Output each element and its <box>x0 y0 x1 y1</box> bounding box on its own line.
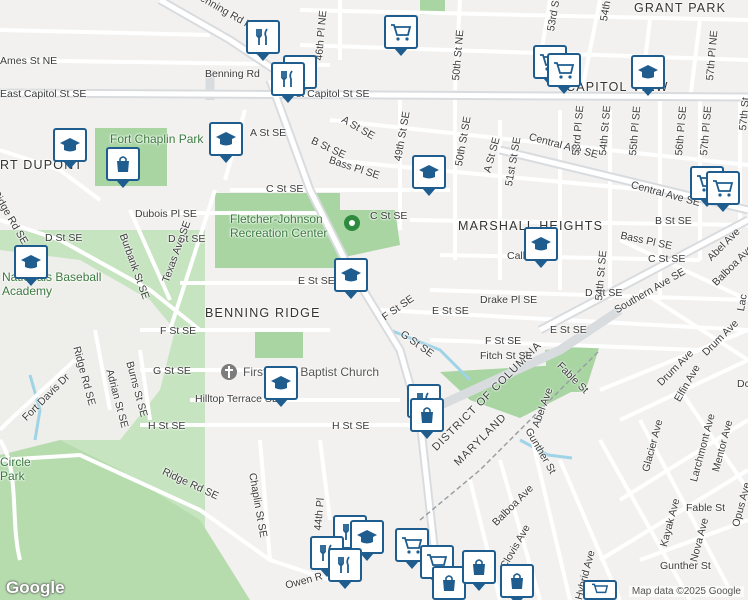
street-fitch-st: Fitch St SE <box>480 350 533 362</box>
shopping-bag-icon[interactable] <box>462 550 496 591</box>
school-icon[interactable] <box>264 366 298 407</box>
street-a-st: A St SE <box>250 127 287 139</box>
shopping-bag-icon[interactable] <box>410 398 444 439</box>
neighborhood-benning-ridge: BENNING RIDGE <box>205 306 321 320</box>
street-h-st-2: H St SE <box>332 420 370 432</box>
shopping-bag-icon[interactable] <box>432 566 466 600</box>
street-f-st: F St SE <box>160 325 197 337</box>
google-logo: Google <box>6 578 65 597</box>
school-icon[interactable] <box>412 155 446 196</box>
street-ames: Ames St NE <box>0 55 58 67</box>
school-icon[interactable] <box>53 128 87 169</box>
map-view[interactable]: GRANT PARK CAPITOL VIEW RT DUPONT MARSHA… <box>0 0 748 600</box>
place-fletcher-johnson[interactable]: Fletcher-Johnson Recreation Center <box>230 212 350 240</box>
grocery-icon[interactable] <box>384 15 418 56</box>
grocery-icon[interactable] <box>583 580 617 600</box>
school-icon[interactable] <box>209 122 243 163</box>
street-lac: Lac <box>735 293 748 313</box>
street-gunther-2: Gunther St <box>660 560 711 572</box>
neighborhood-grant-park: GRANT PARK <box>634 1 727 15</box>
street-e-st-3: E St SE <box>550 324 587 336</box>
shopping-bag-icon[interactable] <box>106 147 140 188</box>
street-fable-2: Fable St <box>686 502 726 514</box>
shopping-bag-icon[interactable] <box>500 564 534 600</box>
street-c-st-2: C St SE <box>370 210 408 222</box>
street-east-capitol: East Capitol St SE <box>0 88 87 100</box>
school-icon[interactable] <box>334 258 368 299</box>
street-h-st: H St SE <box>148 420 186 432</box>
restaurant-icon[interactable] <box>246 20 280 61</box>
restaurant-icon[interactable] <box>328 548 362 589</box>
street-b-st-2: B St SE <box>655 215 692 227</box>
school-icon[interactable] <box>631 55 665 96</box>
street-east-capitol-2: st Capitol St SE <box>296 88 370 100</box>
street-e-st-2: E St SE <box>432 305 469 317</box>
street-c-st: C St SE <box>266 183 304 195</box>
school-icon[interactable] <box>14 245 48 286</box>
street-g-st: G St SE <box>153 365 191 377</box>
street-e-st: E St SE <box>298 275 335 287</box>
place-circle-park[interactable]: Circle Park <box>0 455 36 483</box>
school-icon[interactable] <box>524 227 558 268</box>
street-d-st: D St SE <box>45 232 83 244</box>
street-dc: Dc <box>737 378 748 390</box>
street-c-st-3: C St SE <box>648 253 686 265</box>
street-drake-pl: Drake Pl SE <box>480 294 538 306</box>
street-57th-st: 57th St <box>737 96 748 132</box>
street-benning-rd: Benning Rd <box>205 68 260 80</box>
grocery-icon[interactable] <box>706 171 740 212</box>
street-f-st-3: F St SE <box>485 335 522 347</box>
map-attribution[interactable]: Map data ©2025 Google <box>628 586 744 597</box>
grocery-icon[interactable] <box>547 53 581 94</box>
restaurant-icon[interactable] <box>271 62 305 103</box>
place-fort-chaplin[interactable]: Fort Chaplin Park <box>110 132 203 146</box>
street-dubois-pl: Dubois Pl SE <box>135 208 197 220</box>
